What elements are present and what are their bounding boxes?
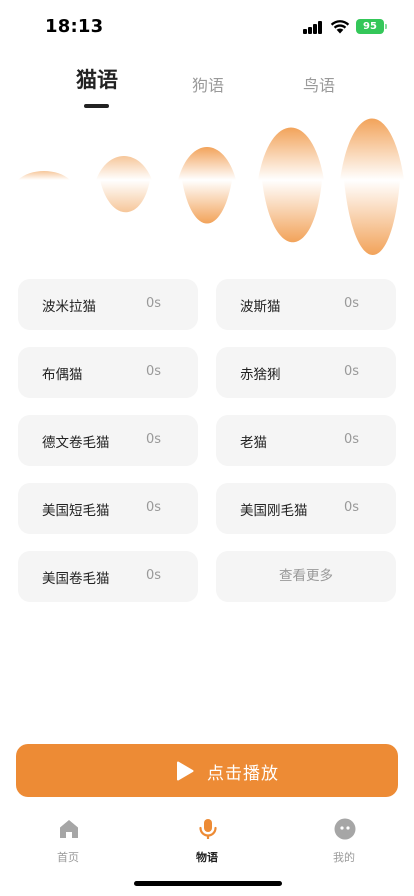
sound-name: 美国卷毛猫 bbox=[42, 571, 110, 587]
wave-lobe-1 bbox=[18, 171, 70, 180]
sound-name: 布偶猫 bbox=[42, 367, 83, 383]
nav-label-home: 首页 bbox=[57, 851, 79, 864]
home-icon bbox=[60, 820, 78, 838]
sound-duration: 0s bbox=[344, 364, 360, 379]
sound-card[interactable]: 波斯猫 0s bbox=[216, 279, 396, 330]
sound-name: 赤猞猁 bbox=[240, 367, 281, 383]
sound-card[interactable]: 美国卷毛猫 0s bbox=[18, 551, 198, 602]
wifi-icon bbox=[330, 20, 350, 34]
wave-lobe-4-bottom bbox=[262, 180, 322, 243]
microphone-icon bbox=[199, 819, 217, 839]
sound-card[interactable]: 老猫 0s bbox=[216, 415, 396, 466]
sound-card[interactable]: 德文卷毛猫 0s bbox=[18, 415, 198, 466]
bottom-nav: 首页 物语 我的 bbox=[0, 810, 414, 870]
sound-duration: 0s bbox=[146, 432, 162, 447]
profile-icon bbox=[334, 818, 356, 840]
wave-lobe-2-bottom bbox=[100, 180, 150, 213]
play-icon bbox=[177, 761, 194, 781]
sound-name: 波斯猫 bbox=[240, 299, 281, 315]
play-button[interactable]: 点击播放 bbox=[16, 744, 398, 797]
sound-duration: 0s bbox=[146, 500, 162, 515]
sound-duration: 0s bbox=[146, 296, 162, 311]
wave-lobe-5-bottom bbox=[344, 180, 400, 255]
sound-duration: 0s bbox=[146, 364, 162, 379]
tab-bird[interactable]: 鸟语 bbox=[296, 72, 342, 96]
battery-level: 95 bbox=[363, 21, 377, 32]
sound-card[interactable]: 美国短毛猫 0s bbox=[18, 483, 198, 534]
sound-card[interactable]: 赤猞猁 0s bbox=[216, 347, 396, 398]
play-button-label: 点击播放 bbox=[207, 764, 279, 784]
sound-name: 美国刚毛猫 bbox=[240, 503, 308, 519]
sound-wave-graphic bbox=[18, 118, 404, 255]
nav-item-sounds[interactable]: 物语 bbox=[167, 815, 247, 867]
category-tabs: 猫语 狗语 鸟语 bbox=[0, 66, 414, 112]
wave-lobe-2-top bbox=[96, 156, 152, 180]
wave-lobe-5-top bbox=[340, 118, 404, 180]
wave-lobe-3-bottom bbox=[182, 180, 232, 224]
sound-card[interactable]: 布偶猫 0s bbox=[18, 347, 198, 398]
sound-card[interactable]: 美国刚毛猫 0s bbox=[216, 483, 396, 534]
nav-label-profile: 我的 bbox=[333, 851, 355, 864]
nav-item-profile[interactable]: 我的 bbox=[304, 815, 384, 867]
tab-dog[interactable]: 狗语 bbox=[185, 72, 231, 96]
battery-tip bbox=[385, 24, 387, 29]
tab-cat[interactable]: 猫语 bbox=[74, 64, 120, 94]
sound-name: 美国短毛猫 bbox=[42, 503, 110, 519]
nav-label-sounds: 物语 bbox=[196, 851, 218, 864]
status-time: 18:13 bbox=[45, 16, 104, 37]
nav-item-home[interactable]: 首页 bbox=[28, 815, 108, 867]
status-bar: 18:13 95 bbox=[0, 0, 414, 54]
sound-name: 波米拉猫 bbox=[42, 299, 96, 315]
sound-duration: 0s bbox=[344, 432, 360, 447]
home-indicator[interactable] bbox=[134, 881, 282, 886]
sound-card[interactable]: 波米拉猫 0s bbox=[18, 279, 198, 330]
sound-duration: 0s bbox=[344, 500, 360, 515]
sound-name: 老猫 bbox=[240, 435, 267, 451]
wave-lobe-4-top bbox=[258, 127, 324, 180]
battery-icon: 95 bbox=[356, 19, 384, 34]
sound-duration: 0s bbox=[344, 296, 360, 311]
view-more-button[interactable]: 查看更多 bbox=[216, 551, 396, 602]
sound-name: 德文卷毛猫 bbox=[42, 435, 110, 451]
wave-lobe-3-top bbox=[178, 147, 236, 180]
sound-duration: 0s bbox=[146, 568, 162, 583]
cellular-signal-icon bbox=[303, 21, 323, 34]
